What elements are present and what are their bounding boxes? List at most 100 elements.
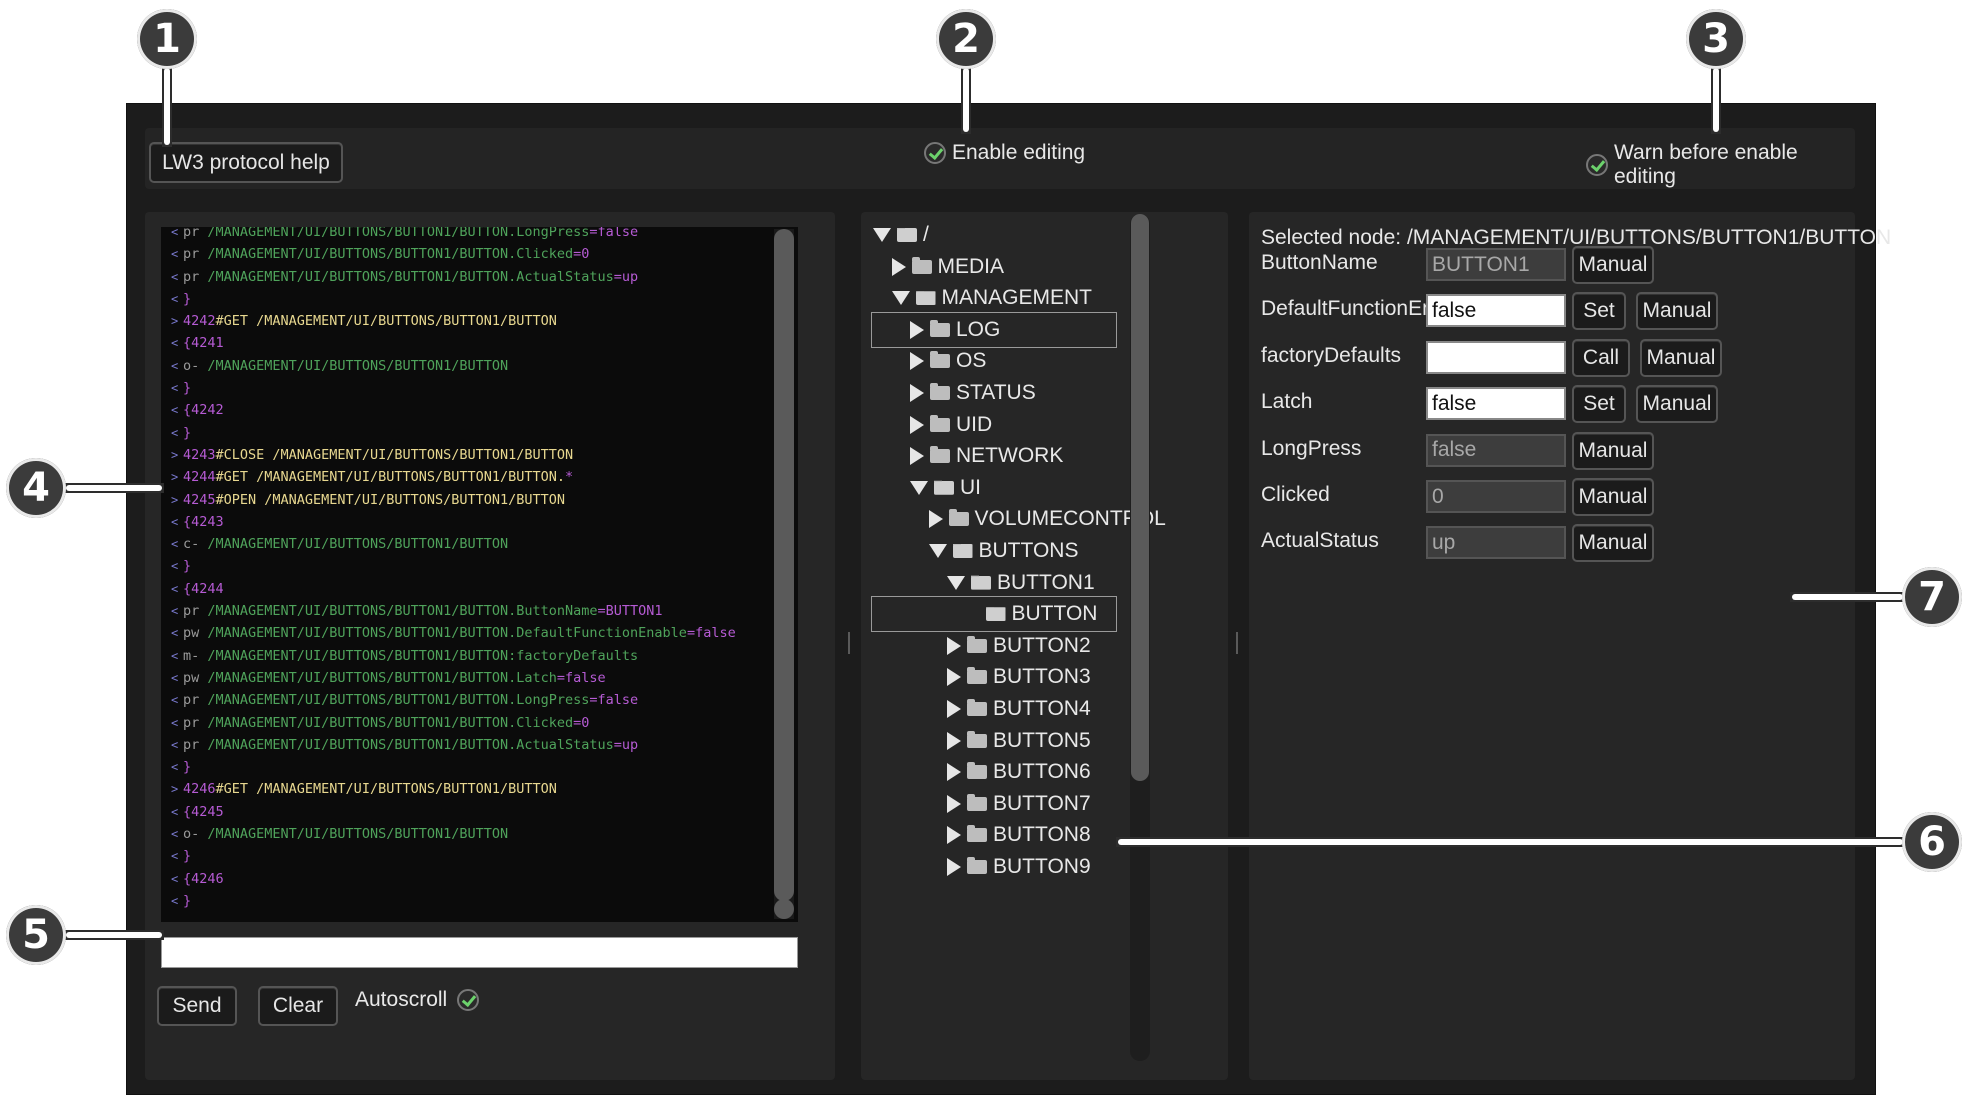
terminal-line-direction: < — [171, 827, 179, 842]
terminal-token: /MANAGEMENT/UI/BUTTONS/BUTTON1/BUTTON.Lo… — [207, 227, 590, 240]
terminal-scrollbar[interactable] — [774, 229, 794, 919]
collapsed-arrow-icon[interactable] — [947, 700, 961, 718]
terminal-lines: < pr /MANAGEMENT/UI/BUTTONS/BUTTON1/BUTTO… — [161, 227, 772, 912]
property-value-actualstatus: up — [1426, 526, 1566, 560]
expanded-arrow-icon[interactable] — [928, 544, 947, 558]
manual-button-latch[interactable]: Manual — [1636, 385, 1718, 424]
collapsed-arrow-icon[interactable] — [947, 794, 961, 813]
terminal-line-direction: > — [171, 314, 179, 329]
manual-button-factorydefaults[interactable]: Manual — [1640, 338, 1722, 377]
terminal-output[interactable]: < pr /MANAGEMENT/UI/BUTTONS/BUTTON1/BUTTO… — [161, 227, 798, 922]
property-value-factorydefaults[interactable] — [1426, 340, 1566, 374]
terminal-token: /MANAGEMENT/UI/BUTTONS/BUTTON1/BUTTON — [207, 536, 509, 553]
terminal-token: {4245 — [183, 803, 224, 820]
collapsed-arrow-icon[interactable] — [928, 510, 943, 529]
callout-7: 7 — [1902, 567, 1962, 627]
autoscroll-checkbox[interactable]: Autoscroll — [355, 988, 480, 1012]
panel-splitter-left[interactable] — [848, 632, 850, 654]
tree-node-label: BUTTON6 — [993, 760, 1091, 784]
command-input[interactable] — [161, 937, 798, 968]
send-button[interactable]: Send — [157, 986, 237, 1026]
set-button-defaultfunctionena[interactable]: Set — [1572, 292, 1626, 331]
terminal-token: c- — [183, 536, 208, 553]
terminal-token: =false — [589, 692, 639, 709]
lw3-protocol-help-button[interactable]: LW3 protocol help — [149, 142, 343, 183]
expanded-arrow-icon[interactable] — [873, 228, 891, 242]
terminal-token: } — [183, 424, 192, 441]
expanded-arrow-icon[interactable] — [891, 291, 910, 306]
terminal-token: } — [183, 892, 192, 909]
terminal-line: < pr /MANAGEMENT/UI/BUTTONS/BUTTON1/BUTTO… — [161, 689, 772, 711]
terminal-line: < pr /MANAGEMENT/UI/BUTTONS/BUTTON1/BUTTO… — [161, 712, 772, 734]
collapsed-arrow-icon[interactable] — [891, 257, 906, 276]
terminal-line: < pr /MANAGEMENT/UI/BUTTONS/BUTTON1/BUTTO… — [161, 266, 772, 288]
collapsed-arrow-icon[interactable] — [910, 384, 924, 402]
terminal-line-direction: < — [171, 247, 179, 262]
terminal-token: 4242 — [183, 313, 216, 330]
terminal-line: < {4244 — [161, 578, 772, 600]
terminal-line-direction: > — [171, 782, 179, 797]
collapsed-arrow-icon[interactable] — [947, 636, 961, 655]
collapsed-arrow-icon[interactable] — [947, 731, 961, 750]
terminal-token: /MANAGEMENT/UI/BUTTONS/BUTTON1/BUTTON — [207, 826, 509, 843]
property-name-clicked: Clicked — [1261, 483, 1330, 506]
terminal-token: } — [183, 290, 192, 307]
terminal-line-direction: < — [171, 425, 179, 440]
collapsed-arrow-icon[interactable] — [947, 858, 961, 876]
tree-scrollbar[interactable] — [1130, 214, 1150, 1061]
collapsed-arrow-icon[interactable] — [910, 447, 924, 466]
collapsed-arrow-icon[interactable] — [947, 668, 961, 687]
terminal-panel: < pr /MANAGEMENT/UI/BUTTONS/BUTTON1/BUTTO… — [145, 212, 835, 1080]
terminal-line-direction: < — [171, 737, 179, 752]
folder-icon — [967, 762, 987, 780]
terminal-token: {4244 — [183, 580, 224, 597]
call-button-factorydefaults[interactable]: Call — [1572, 338, 1630, 377]
panel-splitter-right[interactable] — [1236, 632, 1238, 654]
manual-button-buttonname[interactable]: Manual — [1572, 246, 1654, 284]
folder-icon — [967, 667, 987, 685]
property-value-defaultfunctionena[interactable]: false — [1426, 294, 1566, 328]
terminal-line-direction: < — [171, 604, 179, 619]
manual-button-defaultfunctionena[interactable]: Manual — [1636, 292, 1718, 331]
node-tree-panel: / MEDIA MANAGEMENT LOG OS STATUS UID NETWORK UI V… — [861, 212, 1228, 1080]
folder-open-icon — [952, 544, 973, 558]
terminal-scrollbar-thumb[interactable] — [774, 229, 794, 901]
collapsed-arrow-icon[interactable] — [910, 415, 924, 434]
enable-editing-checkbox[interactable]: Enable editing — [924, 141, 1085, 165]
expanded-arrow-icon[interactable] — [910, 480, 928, 495]
terminal-line: <} — [161, 288, 772, 310]
collapsed-arrow-icon[interactable] — [910, 352, 924, 371]
tree-scrollbar-thumb[interactable] — [1131, 214, 1149, 781]
terminal-token: * — [565, 469, 574, 486]
clear-button[interactable]: Clear — [258, 986, 338, 1026]
tree-node-button9[interactable]: BUTTON9 — [947, 848, 1091, 886]
terminal-token: 4245 — [183, 491, 216, 508]
tree-node-label: OS — [956, 349, 987, 373]
terminal-token: #CLOSE /MANAGEMENT/UI/BUTTONS/BUTTON1/BU… — [215, 446, 574, 463]
warn-before-enable-editing-checkbox[interactable]: Warn before enable editing — [1586, 141, 1855, 189]
terminal-token: pw — [183, 669, 208, 686]
leader-7 — [1790, 592, 1905, 602]
terminal-token: pr — [183, 603, 208, 620]
manual-button-longpress[interactable]: Manual — [1572, 431, 1654, 470]
terminal-token: } — [183, 848, 192, 865]
property-value-latch[interactable]: false — [1426, 387, 1566, 421]
terminal-line-direction: < — [171, 871, 179, 886]
collapsed-arrow-icon[interactable] — [910, 320, 924, 339]
terminal-token: pr — [183, 692, 208, 709]
terminal-line: <} — [161, 422, 772, 444]
terminal-line-direction: < — [171, 581, 179, 596]
terminal-token: pr — [183, 736, 208, 753]
terminal-line: < {4245 — [161, 801, 772, 823]
manual-button-actualstatus[interactable]: Manual — [1572, 524, 1654, 563]
collapsed-arrow-icon[interactable] — [947, 763, 961, 782]
terminal-token: /MANAGEMENT/UI/BUTTONS/BUTTON1/BUTTON.Cl… — [207, 246, 574, 263]
manual-button-clicked[interactable]: Manual — [1572, 478, 1654, 516]
collapsed-arrow-icon[interactable] — [947, 826, 961, 845]
expanded-arrow-icon[interactable] — [947, 575, 965, 590]
terminal-token: } — [183, 380, 192, 397]
callout-4: 4 — [6, 458, 66, 518]
folder-icon — [930, 414, 950, 432]
set-button-latch[interactable]: Set — [1572, 385, 1626, 424]
terminal-scrollbar-end[interactable] — [774, 899, 794, 919]
